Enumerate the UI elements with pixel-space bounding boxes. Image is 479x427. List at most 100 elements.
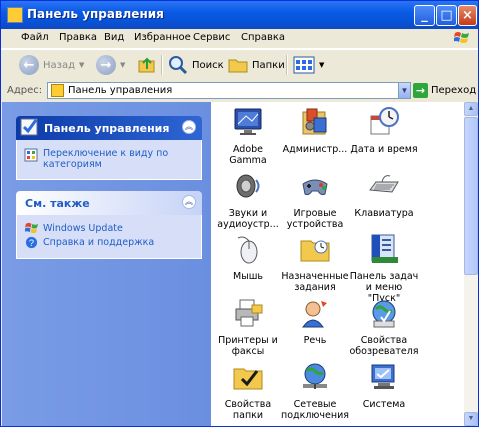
clock-icon [370, 107, 399, 135]
item-label: Принтеры и факсы [218, 335, 278, 357]
go-button[interactable]: → Переход [413, 82, 476, 99]
network-icon [303, 363, 327, 389]
windows-update-link[interactable]: Windows Update [43, 223, 123, 234]
folders-button[interactable]: Папки [228, 53, 285, 77]
item-label: Речь [303, 335, 327, 346]
item-scheduled-tasks[interactable]: Назначенные задания [280, 233, 350, 293]
item-label: Администр... [282, 144, 348, 155]
control-panel-icon [7, 7, 23, 23]
item-label: Клавиатура [354, 208, 414, 219]
internet-options-icon [372, 300, 396, 328]
see-also-task-box: См. также ︽ Windows Update ? Справка и п… [16, 191, 202, 259]
control-panel-task-title: Панель управления [44, 122, 170, 135]
go-arrow-icon: → [413, 83, 428, 98]
items-view: Adobe Gamma Администр... Дата и время Зв… [211, 102, 464, 426]
item-label: Свойства папки [224, 399, 272, 421]
folder-options-icon [233, 368, 263, 390]
menu-favorites[interactable]: Избранное [134, 32, 191, 43]
item-mouse[interactable]: Мышь [213, 233, 283, 282]
address-bar: Адрес: Панель управления ▼ → Переход [1, 80, 478, 102]
monitor-icon [234, 108, 262, 135]
menu-help[interactable]: Справка [241, 32, 285, 43]
back-label: Назад [43, 59, 76, 71]
control-panel-task-header[interactable]: Панель управления ︽ [16, 116, 202, 140]
views-dropdown-icon[interactable]: ▼ [319, 61, 324, 69]
printer-icon [235, 299, 263, 327]
system-icon [371, 364, 395, 389]
item-label: Система [362, 399, 406, 410]
item-sounds[interactable]: Звуки и аудиоустр... [213, 170, 283, 230]
item-network-connections[interactable]: Сетевые подключения [280, 361, 350, 421]
scroll-down-button[interactable]: ▼ [464, 412, 478, 426]
item-label: Назначенные задания [281, 271, 349, 293]
address-dropdown-button[interactable]: ▼ [398, 82, 411, 99]
menu-view[interactable]: Вид [104, 32, 124, 43]
back-dropdown-icon[interactable]: ▼ [79, 61, 84, 69]
help-icon: ? [25, 236, 38, 248]
item-date-time[interactable]: Дата и время [349, 106, 419, 155]
windows-update-icon [25, 222, 38, 234]
item-label: Свойства обозревателя [349, 335, 419, 357]
admin-tools-icon [302, 108, 327, 135]
scroll-up-button[interactable]: ▲ [464, 102, 478, 116]
item-admin-tools[interactable]: Администр... [280, 106, 350, 155]
collapse-chevron-icon[interactable]: ︽ [182, 195, 196, 209]
menu-edit[interactable]: Правка [59, 32, 97, 43]
vertical-scrollbar[interactable]: ▲ ▼ [464, 102, 478, 426]
control-panel-small-icon [51, 84, 64, 97]
item-label: Сетевые подключения [281, 399, 349, 421]
close-button[interactable]: × [458, 5, 477, 26]
up-button[interactable] [137, 53, 157, 77]
search-label: Поиск [192, 59, 224, 71]
item-game-controllers[interactable]: Игровые устройства [280, 170, 350, 230]
taskbar-icon [371, 234, 398, 263]
item-label: Звуки и аудиоустр... [217, 208, 279, 230]
gamepad-icon [302, 179, 328, 196]
search-button[interactable]: Поиск [168, 53, 224, 77]
collapse-chevron-icon[interactable]: ︽ [182, 120, 196, 134]
see-also-body: Windows Update ? Справка и поддержка [16, 215, 202, 259]
item-taskbar-start-menu[interactable]: Панель задач и меню "Пуск" [349, 233, 419, 304]
item-system[interactable]: Система [349, 361, 419, 410]
item-folder-options[interactable]: Свойства папки [213, 361, 283, 421]
menu-file[interactable]: Файл [21, 32, 49, 43]
mouse-icon [237, 236, 258, 264]
title-bar[interactable]: Панель управления _ □ × [1, 1, 478, 29]
folder-up-icon [138, 57, 155, 73]
scroll-thumb[interactable] [464, 117, 478, 275]
folders-icon [228, 59, 248, 73]
minimize-button[interactable]: _ [414, 5, 435, 26]
menu-tools[interactable]: Сервис [193, 32, 230, 43]
maximize-button[interactable]: □ [436, 5, 457, 26]
item-speech[interactable]: Речь [280, 297, 350, 346]
item-internet-options[interactable]: Свойства обозревателя [349, 297, 419, 357]
keyboard-icon [369, 175, 399, 193]
forward-button[interactable]: → ▼ [96, 53, 125, 77]
address-value: Панель управления [68, 85, 173, 96]
svg-text:?: ? [29, 238, 34, 248]
see-also-title: См. также [25, 197, 90, 210]
back-arrow-icon: ← [19, 55, 39, 75]
see-also-header[interactable]: См. также ︽ [16, 191, 202, 215]
item-label: Игровые устройства [286, 208, 344, 230]
control-panel-header-icon [20, 118, 38, 136]
folders-label: Папки [252, 59, 285, 71]
forward-dropdown-icon[interactable]: ▼ [120, 61, 125, 69]
toolbar: ← Назад ▼ → ▼ Поиск Папки ▼ [1, 49, 478, 81]
switch-to-category-view-link[interactable]: Переключение к виду по категориям [43, 148, 168, 170]
task-pane: Панель управления ︽ Переключение к виду … [2, 102, 211, 426]
item-adobe-gamma[interactable]: Adobe Gamma [213, 106, 283, 166]
item-label: Мышь [233, 271, 263, 282]
help-and-support-link[interactable]: Справка и поддержка [43, 237, 154, 248]
item-label: Adobe Gamma [229, 144, 267, 166]
forward-arrow-icon: → [96, 55, 116, 75]
item-label: Дата и время [350, 144, 418, 155]
go-label: Переход [431, 85, 477, 96]
windows-logo-icon [454, 32, 469, 43]
address-input[interactable]: Панель управления [47, 82, 411, 99]
control-panel-window: Панель управления _ □ × Файл Правка Вид … [0, 0, 479, 427]
item-keyboard[interactable]: Клавиатура [349, 170, 419, 219]
views-button[interactable]: ▼ [293, 53, 324, 77]
back-button[interactable]: ← Назад ▼ [19, 53, 84, 77]
item-printers-faxes[interactable]: Принтеры и факсы [213, 297, 283, 357]
